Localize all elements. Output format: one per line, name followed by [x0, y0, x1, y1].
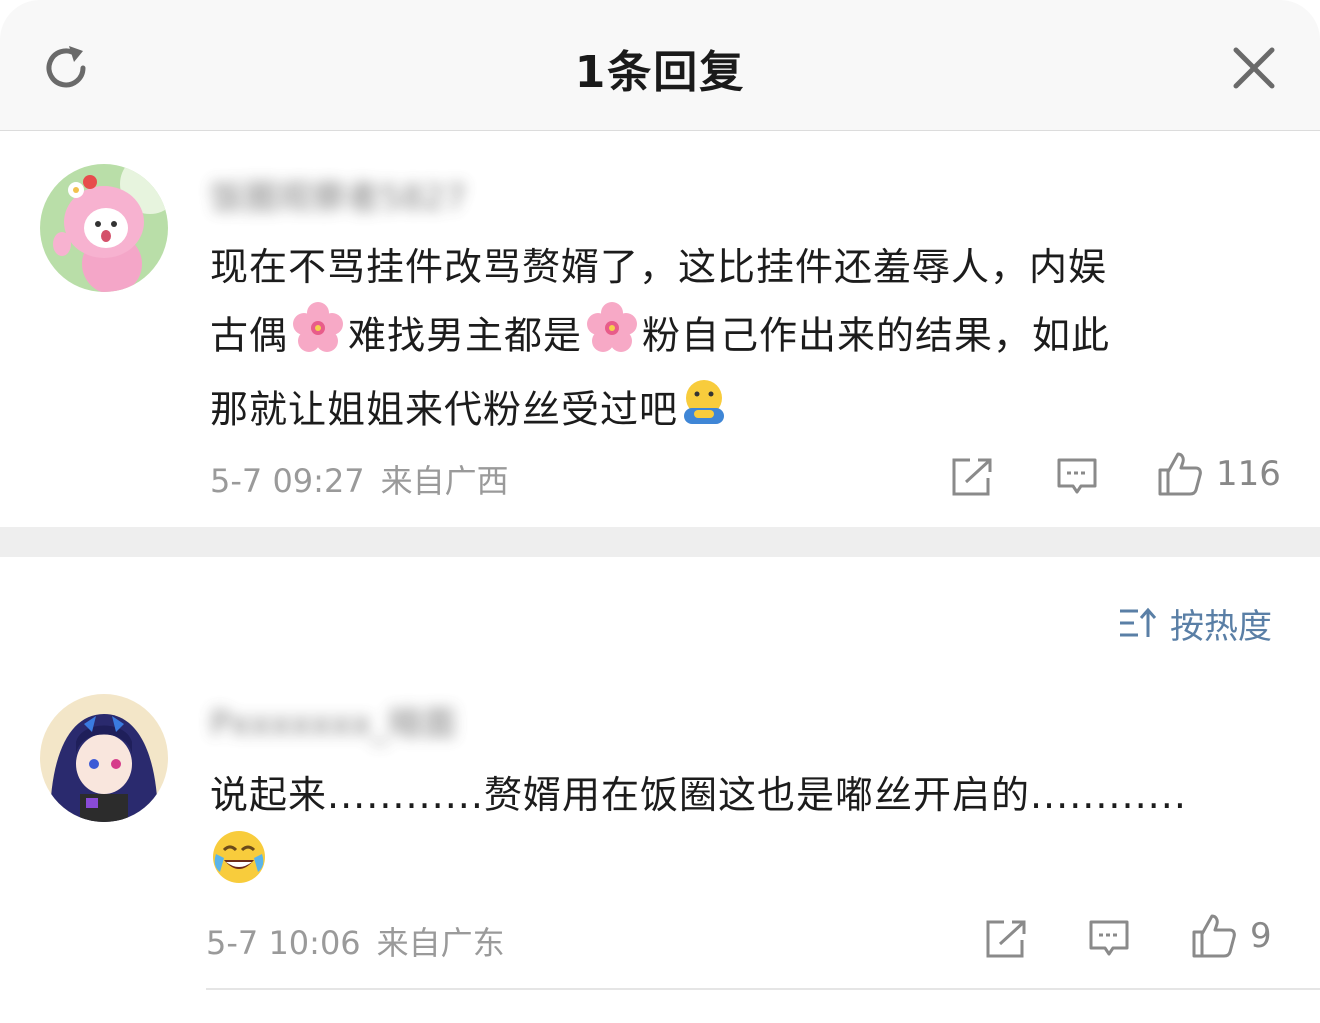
cherry-blossom-icon [584, 300, 640, 376]
reply-comment: Pxxxxxxx_暗面 说起来............赘婿用在饭圈这也是嘟丝开启… [0, 660, 1320, 990]
section-divider [0, 527, 1320, 557]
close-button[interactable] [1222, 38, 1286, 98]
reply-text: 说起来............赘婿用在饭圈这也是嘟丝开启的...........… [210, 762, 1280, 906]
reply-location: 来自广东 [376, 924, 505, 962]
reply-meta: 5-7 10:06 来自广东 [206, 918, 521, 964]
comment-line: 古偶 难找男主都是 粉自己作出来的结果，如此 [210, 300, 1270, 376]
share-button[interactable] [950, 456, 994, 498]
comment-meta: 5-7 09:27 来自广西 [210, 456, 525, 502]
comment-line: 现在不骂挂件改骂赘婿了，这比挂件还羞辱人，内娱 [210, 245, 1108, 289]
hug-emoji-icon [680, 376, 728, 448]
comment-button[interactable] [1056, 456, 1098, 498]
sort-toggle[interactable]: 按热度 [1118, 598, 1272, 648]
thumbs-up-icon [1192, 914, 1236, 958]
thumbs-up-icon [1158, 452, 1202, 496]
like-count: 9 [1250, 916, 1272, 956]
main-comment: 饭圈观察者5827 现在不骂挂件改骂赘婿了，这比挂件还羞辱人，内娱 古偶 难找男… [0, 130, 1320, 527]
share-icon [952, 458, 992, 496]
cherry-blossom-icon [290, 300, 346, 376]
avatar[interactable] [40, 164, 168, 292]
comment-icon [1089, 920, 1129, 956]
reply-header: 1条回复 [0, 0, 1320, 131]
like-count: 116 [1216, 454, 1281, 494]
share-icon [986, 920, 1026, 958]
comment-line: 那就让姐姐来代粉丝受过吧 [210, 376, 1270, 448]
avatar[interactable] [40, 694, 168, 822]
reply-date: 5-7 10:06 [206, 924, 361, 962]
laughing-crying-icon [210, 828, 268, 906]
page-title: 1条回复 [574, 47, 746, 98]
like-button[interactable]: 9 [1190, 912, 1272, 960]
sort-label: 按热度 [1170, 606, 1272, 647]
share-button[interactable] [984, 918, 1028, 960]
sort-icon [1120, 607, 1157, 637]
reply-username[interactable]: Pxxxxxxx_暗面 [210, 700, 456, 748]
comment-button[interactable] [1088, 918, 1130, 960]
comment-text: 现在不骂挂件改骂赘婿了，这比挂件还羞辱人，内娱 古偶 难找男主都是 粉自己作出来… [210, 234, 1270, 448]
comment-date: 5-7 09:27 [210, 462, 365, 500]
list-divider [206, 988, 1320, 990]
comment-icon [1057, 458, 1097, 494]
comment-username[interactable]: 饭圈观察者5827 [210, 174, 467, 222]
comment-location: 来自广西 [380, 462, 509, 500]
close-icon [1233, 47, 1275, 89]
reply-line [210, 828, 1280, 906]
like-button[interactable]: 116 [1156, 450, 1281, 498]
reply-line: 说起来............赘婿用在饭圈这也是嘟丝开启的...........… [210, 773, 1187, 817]
